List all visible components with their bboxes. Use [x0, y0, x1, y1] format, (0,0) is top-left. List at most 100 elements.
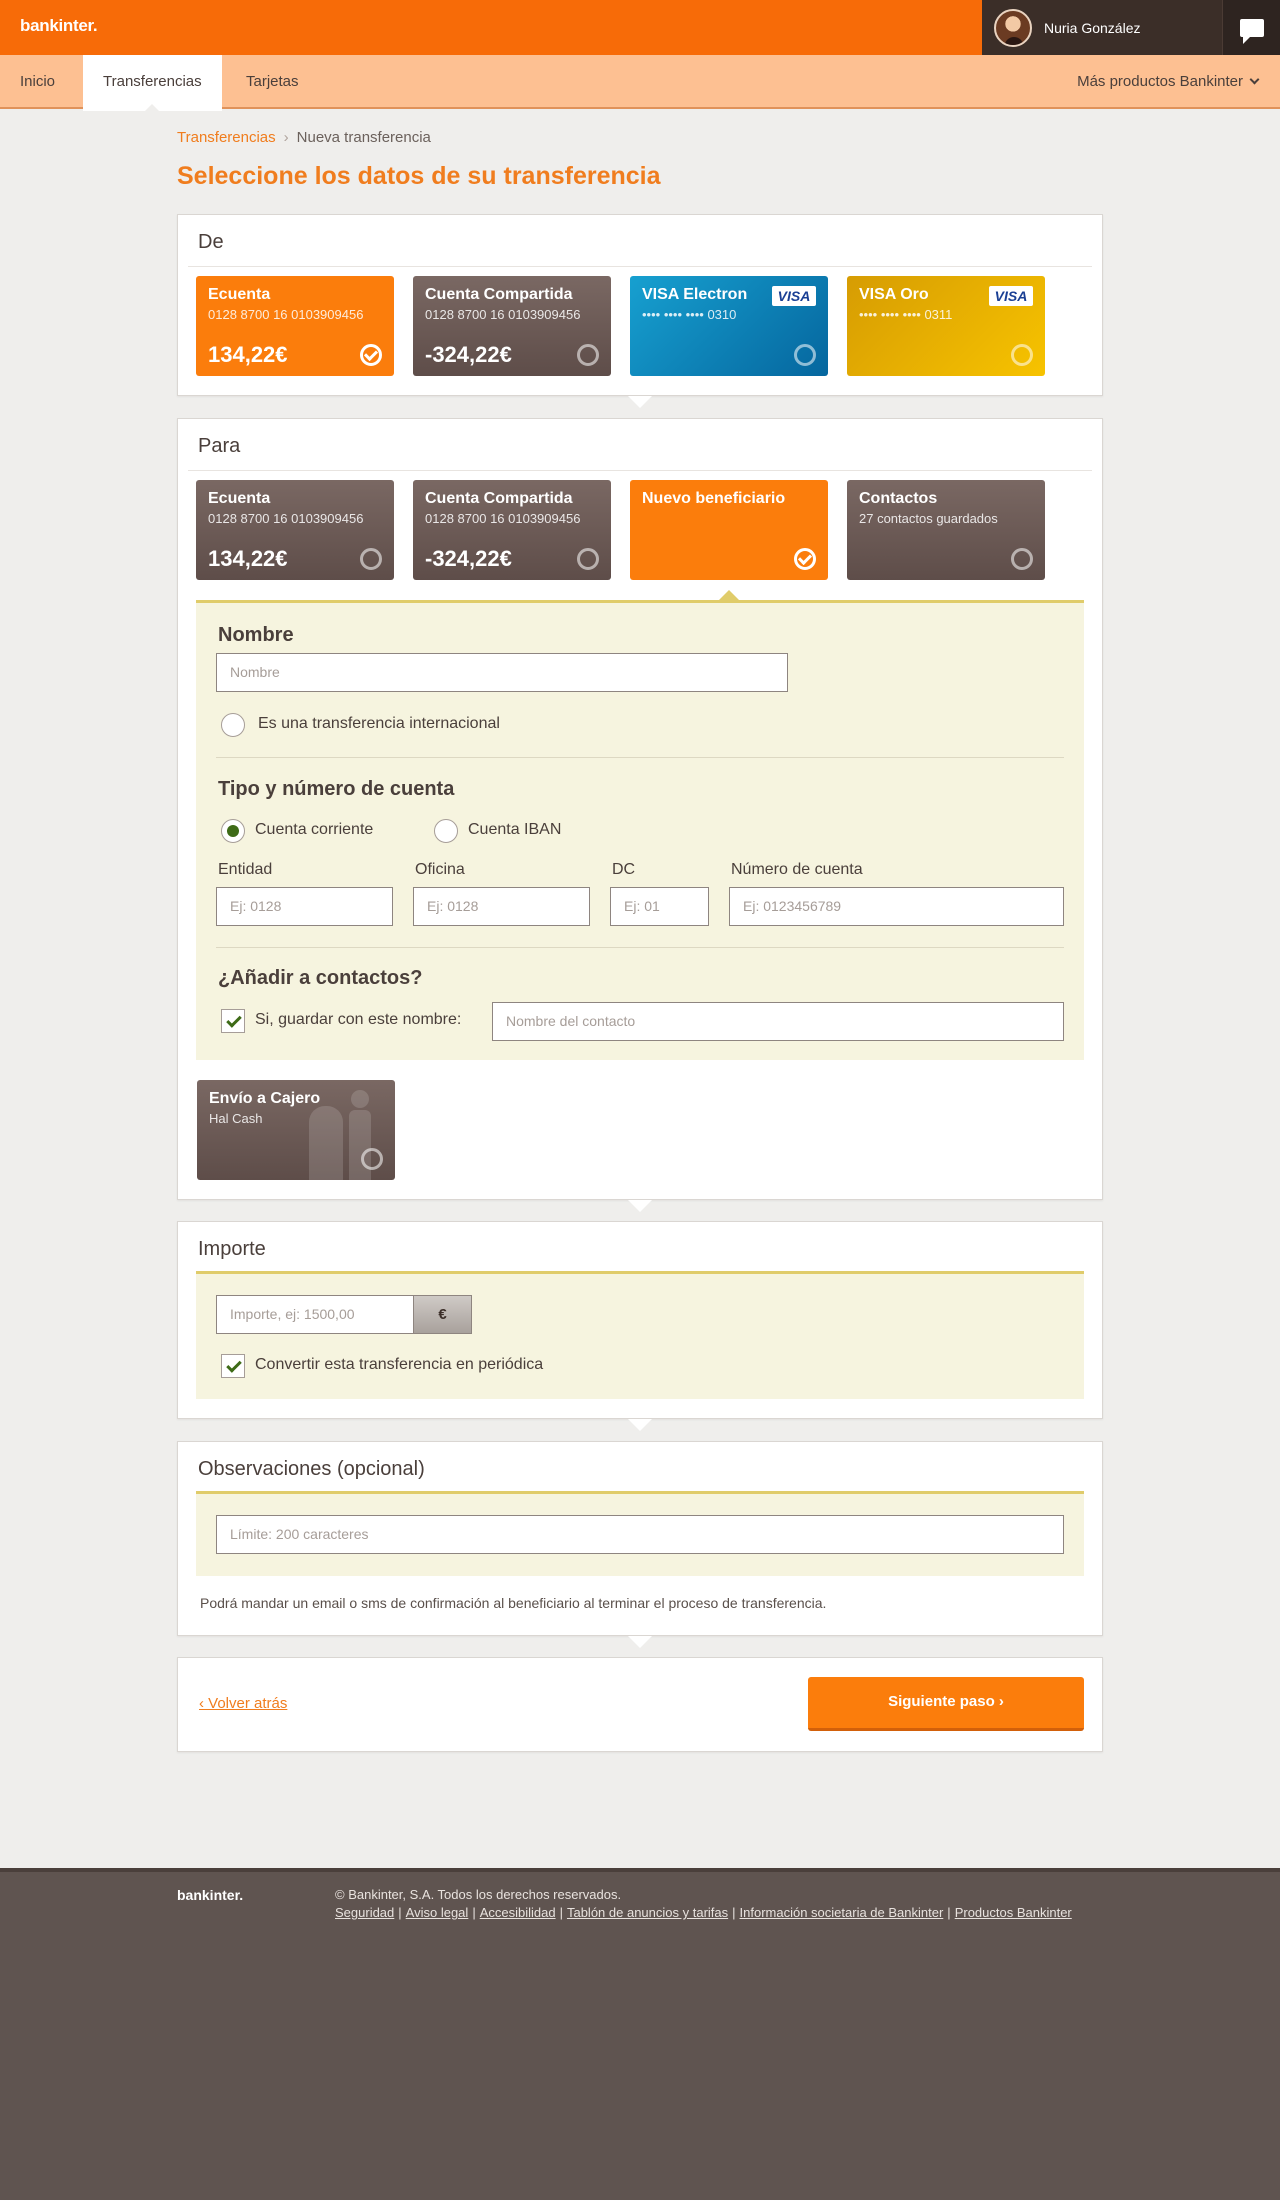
de-card-cuenta-compartida[interactable]: Cuenta Compartida 0128 8700 16 010390945…	[413, 276, 611, 376]
radio-icon[interactable]	[577, 344, 599, 366]
divider	[216, 947, 1064, 948]
de-card-ecuenta[interactable]: Ecuenta 0128 8700 16 0103909456 134,22€	[196, 276, 394, 376]
de-card-visa-electron[interactable]: VISA Electron •••• •••• •••• 0310 VISA	[630, 276, 828, 376]
atm-icon	[309, 1106, 343, 1180]
para-card-cuenta-compartida[interactable]: Cuenta Compartida 0128 8700 16 010390945…	[413, 480, 611, 580]
card-balance: 134,22€	[208, 342, 288, 367]
next-step-button[interactable]: Siguiente paso ›	[808, 1677, 1084, 1731]
entidad-label: Entidad	[218, 861, 273, 878]
footer-copyright: © Bankinter, S.A. Todos los derechos res…	[335, 1887, 622, 1902]
logo-text: bankinter.	[20, 16, 98, 35]
nav-tarjetas[interactable]: Tarjetas	[226, 55, 319, 109]
para-card-envio-cajero[interactable]: Envío a Cajero Hal Cash	[197, 1080, 395, 1180]
periodica-checkbox[interactable]	[221, 1354, 245, 1378]
card-account-number: 0128 8700 16 0103909456	[208, 307, 364, 322]
footer-link-informacion-societaria[interactable]: Información societaria de Bankinter	[740, 1905, 944, 1920]
bankinter-logo[interactable]: bankinter.	[20, 16, 98, 36]
observaciones-input[interactable]: Límite: 200 caracteres	[216, 1515, 1064, 1554]
nav-transferencias[interactable]: Transferencias	[83, 55, 222, 111]
para-card-contactos[interactable]: Contactos 27 contactos guardados	[847, 480, 1045, 580]
cuenta-corriente-radio[interactable]	[221, 819, 245, 843]
footer-link-productos[interactable]: Productos Bankinter	[955, 1905, 1072, 1920]
nombre-label: Nombre	[218, 624, 294, 646]
card-title: Nuevo beneficiario	[642, 490, 786, 507]
de-card-visa-oro[interactable]: VISA Oro •••• •••• •••• 0311 VISA	[847, 276, 1045, 376]
guardar-contacto-checkbox[interactable]	[221, 1009, 245, 1033]
selected-check-icon[interactable]	[360, 344, 382, 366]
tipo-cuenta-label: Tipo y número de cuenta	[218, 778, 455, 800]
radio-icon[interactable]	[1011, 548, 1033, 570]
card-number: •••• •••• •••• 0311	[859, 307, 953, 322]
footer-logo: bankinter.	[177, 1887, 244, 1903]
separator: |	[559, 1905, 563, 1920]
chevron-down-icon	[1249, 74, 1260, 85]
radio-icon[interactable]	[361, 1148, 383, 1170]
guardar-contacto-label: Si, guardar con este nombre:	[255, 1011, 462, 1028]
internacional-radio[interactable]	[221, 713, 245, 737]
divider	[216, 757, 1064, 758]
card-account-number: 0128 8700 16 0103909456	[425, 307, 581, 322]
importe-input[interactable]: Importe, ej: 1500,00	[216, 1295, 414, 1334]
panel-de-title: De	[198, 231, 224, 253]
more-products-dropdown[interactable]: Más productos Bankinter	[1077, 55, 1260, 109]
chat-button[interactable]	[1222, 0, 1280, 55]
footer-link-tablon[interactable]: Tablón de anuncios y tarifas	[567, 1905, 728, 1920]
dc-input[interactable]: Ej: 01	[610, 887, 709, 926]
breadcrumb: Transferencias › Nueva transferencia	[177, 129, 431, 146]
visa-logo-icon: VISA	[989, 286, 1033, 306]
numero-cuenta-input[interactable]: Ej: 0123456789	[729, 887, 1064, 926]
panel-pointer	[628, 1419, 652, 1431]
user-menu[interactable]: Nuria González	[982, 0, 1222, 55]
radio-icon[interactable]	[794, 344, 816, 366]
breadcrumb-separator: ›	[283, 129, 289, 146]
avatar	[994, 8, 1032, 47]
panel-pointer	[628, 1636, 652, 1648]
cuenta-iban-label: Cuenta IBAN	[468, 821, 562, 838]
footer-link-seguridad[interactable]: Seguridad	[335, 1905, 394, 1920]
radio-icon[interactable]	[1011, 344, 1033, 366]
confirmation-note: Podrá mandar un email o sms de confirmac…	[200, 1595, 827, 1611]
panel-pointer	[628, 1200, 652, 1212]
periodica-label: Convertir esta transferencia en periódic…	[255, 1356, 544, 1373]
radio-icon[interactable]	[577, 548, 599, 570]
card-number: •••• •••• •••• 0310	[642, 307, 737, 322]
panel-para-title: Para	[198, 435, 241, 457]
back-link[interactable]: ‹ Volver atrás	[199, 1695, 287, 1712]
internacional-label: Es una transferencia internacional	[258, 715, 500, 732]
panel-pointer	[628, 396, 652, 408]
footer-links: Seguridad | Aviso legal | Accesibilidad | Tabl…	[335, 1905, 1072, 1920]
panel-importe-title: Importe	[198, 1238, 266, 1260]
dc-label: DC	[612, 861, 636, 878]
nombre-contacto-input[interactable]: Nombre del contacto	[492, 1002, 1064, 1041]
oficina-label: Oficina	[415, 861, 465, 878]
card-title: Cuenta Compartida	[425, 490, 573, 507]
para-card-ecuenta[interactable]: Ecuenta 0128 8700 16 0103909456 134,22€	[196, 480, 394, 580]
separator: |	[398, 1905, 402, 1920]
separator: |	[732, 1905, 736, 1920]
cuenta-iban-radio[interactable]	[434, 819, 458, 843]
card-balance: -324,22€	[425, 546, 512, 571]
oficina-input[interactable]: Ej: 0128	[413, 887, 590, 926]
importe-form	[196, 1271, 1084, 1399]
breadcrumb-transferencias[interactable]: Transferencias	[177, 129, 276, 146]
user-name: Nuria González	[1044, 19, 1141, 36]
radio-icon[interactable]	[360, 548, 382, 570]
more-products-label: Más productos Bankinter	[1077, 73, 1243, 90]
separator: |	[947, 1905, 951, 1920]
selection-pointer	[719, 590, 739, 600]
panel-observaciones-title: Observaciones (opcional)	[198, 1458, 425, 1480]
card-balance: -324,22€	[425, 342, 512, 367]
nombre-input[interactable]: Nombre	[216, 653, 788, 692]
card-title: Ecuenta	[208, 286, 271, 303]
person-body-icon	[349, 1110, 371, 1180]
divider	[188, 470, 1092, 471]
para-card-nuevo-beneficiario[interactable]: Nuevo beneficiario	[630, 480, 828, 580]
card-title: Cuenta Compartida	[425, 286, 573, 303]
footer-link-accesibilidad[interactable]: Accesibilidad	[480, 1905, 556, 1920]
numero-cuenta-label: Número de cuenta	[731, 861, 863, 878]
selected-check-icon[interactable]	[794, 548, 816, 570]
currency-euro-button[interactable]: €	[414, 1295, 472, 1334]
entidad-input[interactable]: Ej: 0128	[216, 887, 393, 926]
nav-inicio[interactable]: Inicio	[0, 55, 75, 109]
footer-link-aviso-legal[interactable]: Aviso legal	[406, 1905, 469, 1920]
